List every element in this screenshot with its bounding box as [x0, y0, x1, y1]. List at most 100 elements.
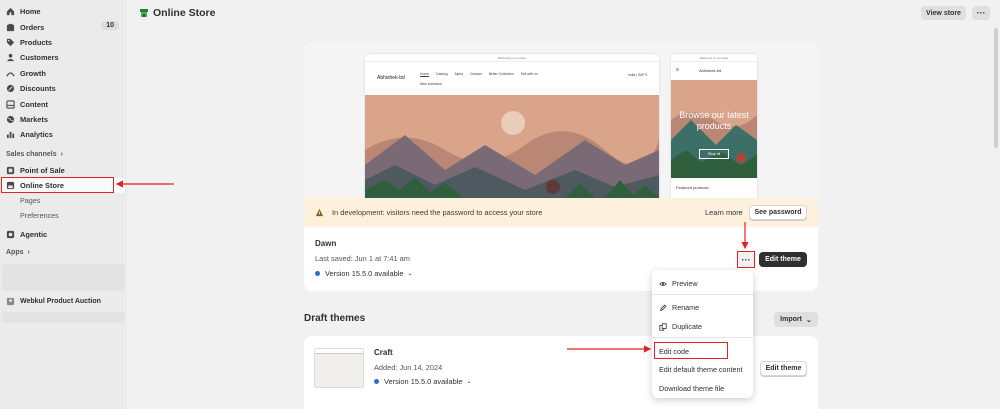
learn-more-link[interactable]: Learn more [705, 208, 743, 217]
sidebar-item-agentic[interactable]: Agentic [0, 227, 127, 242]
chevron-right-icon: › [27, 249, 30, 257]
mobile-hero-button: Shop all [699, 149, 729, 159]
preview-menu: Home Catalog Alpha Contact Better Collec… [420, 72, 538, 76]
development-banner-text: In development: visitors need the passwo… [332, 208, 543, 217]
annotation-box-online-store [1, 177, 114, 193]
sidebar-subitem-pages[interactable]: Pages [0, 193, 127, 208]
sidebar-item-growth[interactable]: Growth [0, 66, 127, 81]
mobile-header: ≡ Abhishek-bd [671, 62, 757, 80]
menu-item-preview[interactable]: Preview [659, 279, 698, 288]
view-store-button[interactable]: View store [921, 6, 966, 20]
menu-divider [652, 337, 753, 338]
import-button[interactable]: Import ⌄ [774, 312, 818, 327]
chevron-down-icon: ⌄ [466, 379, 472, 385]
sidebar-item-discounts[interactable]: Discounts [0, 81, 127, 96]
sidebar-item-content[interactable]: Content [0, 96, 127, 111]
analytics-icon [6, 130, 15, 139]
sidebar-item-label: Products [20, 37, 53, 47]
sidebar-item-markets[interactable]: Markets [0, 112, 127, 127]
pencil-icon [659, 304, 667, 312]
apps-header[interactable]: Apps › [0, 245, 127, 261]
sidebar-item-products[interactable]: Products [0, 35, 127, 50]
development-banner: In development: visitors need the passwo… [304, 198, 818, 227]
menu-item-download-theme[interactable]: Download theme file [659, 384, 724, 393]
draft-edit-theme-button[interactable]: Edit theme [760, 361, 807, 376]
sidebar: Home Orders 10 Products Customers Growth… [0, 0, 127, 409]
eye-icon [659, 280, 667, 288]
app-placeholder [2, 263, 125, 291]
page-scrollbar[interactable] [994, 28, 998, 148]
mobile-featured-heading: Featured products [676, 185, 709, 190]
preview-header: Abhishek-bd Home Catalog Alpha Contact B… [365, 62, 659, 95]
preview-locale: India | INR ₹ [627, 73, 647, 77]
mobile-logo: Abhishek-bd [699, 68, 722, 73]
sidebar-item-label: Agentic [20, 230, 48, 240]
annotation-box-edit-code [654, 342, 728, 359]
sidebar-item-label: Point of Sale [20, 165, 65, 175]
header-more-button[interactable]: ··· [972, 6, 990, 20]
app-icon [6, 297, 15, 306]
theme-last-saved: Last saved: Jun 1 at 7:41 am [315, 254, 410, 263]
agentic-icon [6, 230, 15, 239]
sidebar-item-label: Markets [20, 114, 48, 124]
theme-preview-area: Welcome to our store Abhishek-bd Home Ca… [304, 42, 818, 198]
see-password-button[interactable]: See password [749, 205, 807, 220]
sidebar-item-point-of-sale[interactable]: Point of Sale [0, 163, 127, 178]
version-dot-icon [374, 379, 379, 384]
chevron-right-icon: › [60, 151, 63, 159]
sidebar-item-label: Orders [20, 22, 45, 32]
preview-announcement-bar: Welcome to our store [365, 54, 659, 62]
page-title: Online Store [139, 7, 215, 19]
sidebar-item-label: Home [20, 7, 41, 17]
sidebar-item-label: Webkul Product Auction [20, 297, 101, 305]
tag-icon [6, 38, 15, 47]
sales-channels-header[interactable]: Sales channels › [0, 147, 127, 163]
sidebar-item-label: Customers [20, 53, 59, 63]
menu-icon: ≡ [676, 67, 679, 73]
sidebar-item-analytics[interactable]: Analytics [0, 127, 127, 142]
draft-themes-heading: Draft themes [304, 313, 366, 324]
edit-theme-button[interactable]: Edit theme [759, 252, 807, 267]
sidebar-item-label: Analytics [20, 130, 53, 140]
preview-hero-image [365, 95, 659, 198]
chevron-down-icon: ⌄ [407, 271, 413, 277]
draft-version-dropdown[interactable]: Version 15.5.0 available ⌄ [374, 377, 472, 386]
chevron-down-icon: ⌄ [805, 316, 812, 324]
desktop-preview[interactable]: Welcome to our store Abhishek-bd Home Ca… [365, 54, 659, 198]
orders-count-badge: 10 [101, 21, 119, 31]
duplicate-icon [659, 322, 667, 331]
discount-icon [6, 84, 15, 93]
sidebar-item-label: Growth [20, 68, 46, 78]
globe-icon [6, 115, 15, 124]
draft-theme-added: Added: Jun 14, 2024 [374, 363, 443, 372]
orders-icon [6, 23, 15, 32]
annotation-box-actions [737, 251, 755, 268]
mobile-preview[interactable]: Welcome to our store ≡ Abhishek-bd Brows… [671, 54, 757, 198]
sidebar-item-label: Content [20, 99, 48, 109]
sidebar-item-orders[interactable]: Orders 10 [0, 19, 127, 34]
pos-icon [6, 166, 15, 175]
sidebar-item-customers[interactable]: Customers [0, 50, 127, 65]
draft-theme-name: Craft [374, 348, 393, 357]
app-placeholder [2, 312, 125, 324]
draft-theme-thumbnail[interactable] [314, 348, 364, 388]
sidebar-item-home[interactable]: Home [0, 4, 127, 19]
warning-icon [315, 208, 324, 217]
menu-divider [652, 294, 753, 295]
sidebar-subitem-preferences[interactable]: Preferences [0, 208, 127, 223]
store-icon [139, 8, 149, 18]
menu-item-edit-default-content[interactable]: Edit default theme content [659, 365, 743, 374]
menu-item-duplicate[interactable]: Duplicate [659, 322, 702, 331]
version-dot-icon [315, 271, 320, 276]
home-icon [6, 7, 15, 16]
preview-logo: Abhishek-bd [377, 75, 405, 81]
theme-name: Dawn [315, 239, 337, 248]
menu-item-rename[interactable]: Rename [659, 303, 699, 312]
mobile-announcement-bar: Welcome to our store [671, 54, 757, 62]
sidebar-item-label: Discounts [20, 84, 56, 94]
theme-version-dropdown[interactable]: Version 15.5.0 available ⌄ [315, 269, 413, 278]
thumbnail-header [315, 349, 363, 354]
theme-actions-menu: Preview Rename Duplicate Edit code Edit … [652, 270, 753, 398]
sidebar-item-webkul-auction[interactable]: Webkul Product Auction [0, 294, 127, 309]
mobile-hero-text: Browse our latest products [679, 110, 749, 131]
